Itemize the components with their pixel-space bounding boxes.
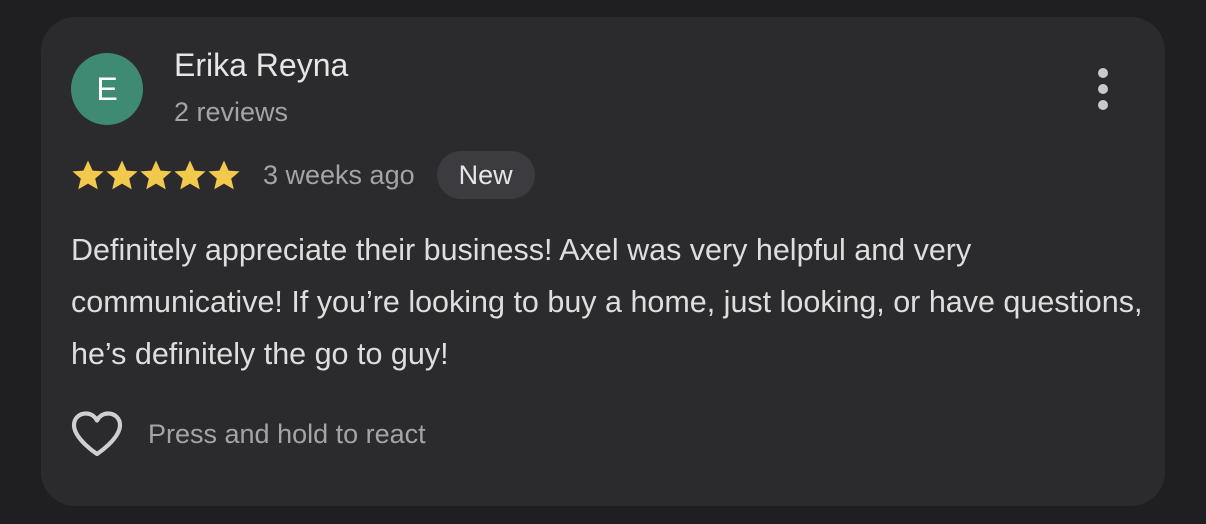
- review-card: E Erika Reyna 2 reviews 3 weeks ago New …: [41, 17, 1165, 506]
- react-label: Press and hold to react: [148, 418, 426, 449]
- review-text: Definitely appreciate their business! Ax…: [71, 233, 1143, 371]
- new-badge: New: [436, 151, 535, 199]
- star-icon: [208, 160, 240, 190]
- star-icon: [72, 160, 104, 190]
- rating-row: 3 weeks ago New: [71, 151, 535, 199]
- heart-outline-icon[interactable]: [69, 410, 125, 458]
- more-vert-icon: [1098, 68, 1108, 110]
- avatar-initial: E: [96, 70, 118, 107]
- review-time: 3 weeks ago: [263, 159, 415, 190]
- star-icon: [140, 160, 172, 190]
- reviewer-review-count[interactable]: 2 reviews: [174, 97, 288, 128]
- avatar[interactable]: E: [71, 53, 143, 125]
- star-icon: [106, 160, 138, 190]
- star-icon: [174, 160, 206, 190]
- more-options-button[interactable]: [1083, 63, 1123, 115]
- star-rating: [71, 159, 241, 191]
- reviewer-name[interactable]: Erika Reyna: [174, 47, 348, 84]
- react-button[interactable]: Press and hold to react: [69, 409, 426, 459]
